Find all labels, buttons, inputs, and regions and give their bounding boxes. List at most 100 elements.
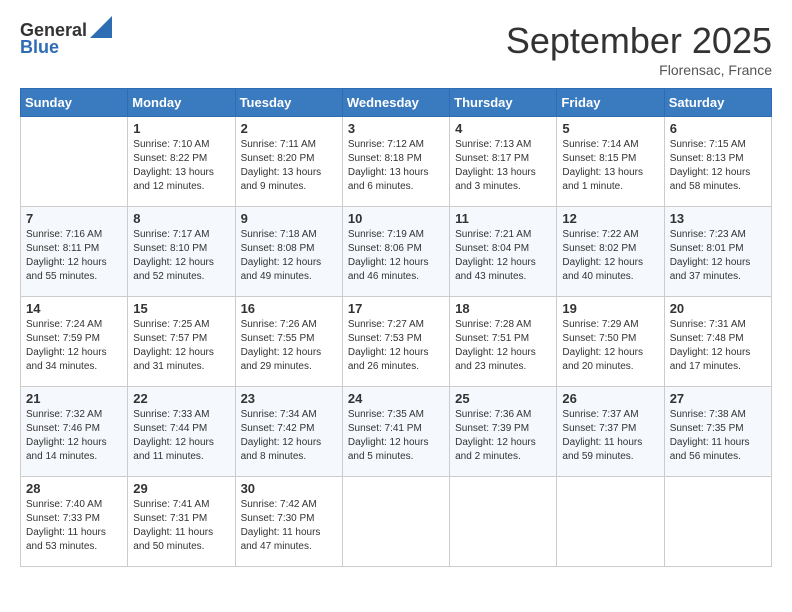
logo: General Blue: [20, 20, 112, 58]
day-info: Sunrise: 7:26 AMSunset: 7:55 PMDaylight:…: [241, 319, 322, 372]
day-info: Sunrise: 7:21 AMSunset: 8:04 PMDaylight:…: [455, 229, 536, 282]
title-block: September 2025 Florensac, France: [506, 20, 772, 78]
day-info: Sunrise: 7:17 AMSunset: 8:10 PMDaylight:…: [133, 229, 214, 282]
calendar-cell: [557, 477, 664, 567]
column-header-saturday: Saturday: [664, 89, 771, 117]
day-number: 11: [455, 211, 551, 226]
day-number: 1: [133, 121, 229, 136]
calendar-cell: 29 Sunrise: 7:41 AMSunset: 7:31 PMDaylig…: [128, 477, 235, 567]
day-info: Sunrise: 7:19 AMSunset: 8:06 PMDaylight:…: [348, 229, 429, 282]
column-header-friday: Friday: [557, 89, 664, 117]
day-info: Sunrise: 7:29 AMSunset: 7:50 PMDaylight:…: [562, 319, 643, 372]
day-info: Sunrise: 7:42 AMSunset: 7:30 PMDaylight:…: [241, 499, 321, 552]
calendar-cell: 15 Sunrise: 7:25 AMSunset: 7:57 PMDaylig…: [128, 297, 235, 387]
column-header-monday: Monday: [128, 89, 235, 117]
calendar-cell: 16 Sunrise: 7:26 AMSunset: 7:55 PMDaylig…: [235, 297, 342, 387]
day-info: Sunrise: 7:12 AMSunset: 8:18 PMDaylight:…: [348, 139, 429, 192]
calendar-cell: [664, 477, 771, 567]
calendar-cell: 27 Sunrise: 7:38 AMSunset: 7:35 PMDaylig…: [664, 387, 771, 477]
day-number: 4: [455, 121, 551, 136]
calendar-cell: 12 Sunrise: 7:22 AMSunset: 8:02 PMDaylig…: [557, 207, 664, 297]
calendar-week-row: 28 Sunrise: 7:40 AMSunset: 7:33 PMDaylig…: [21, 477, 772, 567]
calendar-cell: 26 Sunrise: 7:37 AMSunset: 7:37 PMDaylig…: [557, 387, 664, 477]
day-number: 15: [133, 301, 229, 316]
calendar-cell: [21, 117, 128, 207]
calendar-cell: 22 Sunrise: 7:33 AMSunset: 7:44 PMDaylig…: [128, 387, 235, 477]
month-title: September 2025: [506, 20, 772, 62]
day-info: Sunrise: 7:24 AMSunset: 7:59 PMDaylight:…: [26, 319, 107, 372]
day-number: 8: [133, 211, 229, 226]
calendar-cell: 24 Sunrise: 7:35 AMSunset: 7:41 PMDaylig…: [342, 387, 449, 477]
calendar-cell: 17 Sunrise: 7:27 AMSunset: 7:53 PMDaylig…: [342, 297, 449, 387]
calendar-cell: 25 Sunrise: 7:36 AMSunset: 7:39 PMDaylig…: [450, 387, 557, 477]
calendar-cell: 7 Sunrise: 7:16 AMSunset: 8:11 PMDayligh…: [21, 207, 128, 297]
day-number: 5: [562, 121, 658, 136]
day-number: 20: [670, 301, 766, 316]
calendar-cell: 14 Sunrise: 7:24 AMSunset: 7:59 PMDaylig…: [21, 297, 128, 387]
day-info: Sunrise: 7:18 AMSunset: 8:08 PMDaylight:…: [241, 229, 322, 282]
day-number: 12: [562, 211, 658, 226]
column-header-wednesday: Wednesday: [342, 89, 449, 117]
day-info: Sunrise: 7:33 AMSunset: 7:44 PMDaylight:…: [133, 409, 214, 462]
day-info: Sunrise: 7:27 AMSunset: 7:53 PMDaylight:…: [348, 319, 429, 372]
calendar-cell: [342, 477, 449, 567]
day-info: Sunrise: 7:28 AMSunset: 7:51 PMDaylight:…: [455, 319, 536, 372]
calendar-cell: 21 Sunrise: 7:32 AMSunset: 7:46 PMDaylig…: [21, 387, 128, 477]
calendar-cell: 6 Sunrise: 7:15 AMSunset: 8:13 PMDayligh…: [664, 117, 771, 207]
calendar-week-row: 21 Sunrise: 7:32 AMSunset: 7:46 PMDaylig…: [21, 387, 772, 477]
location-subtitle: Florensac, France: [506, 62, 772, 78]
calendar-cell: 28 Sunrise: 7:40 AMSunset: 7:33 PMDaylig…: [21, 477, 128, 567]
day-info: Sunrise: 7:11 AMSunset: 8:20 PMDaylight:…: [241, 139, 322, 192]
calendar-header-row: SundayMondayTuesdayWednesdayThursdayFrid…: [21, 89, 772, 117]
day-info: Sunrise: 7:37 AMSunset: 7:37 PMDaylight:…: [562, 409, 642, 462]
day-number: 10: [348, 211, 444, 226]
day-info: Sunrise: 7:25 AMSunset: 7:57 PMDaylight:…: [133, 319, 214, 372]
day-info: Sunrise: 7:36 AMSunset: 7:39 PMDaylight:…: [455, 409, 536, 462]
day-number: 24: [348, 391, 444, 406]
calendar-cell: 4 Sunrise: 7:13 AMSunset: 8:17 PMDayligh…: [450, 117, 557, 207]
day-info: Sunrise: 7:35 AMSunset: 7:41 PMDaylight:…: [348, 409, 429, 462]
column-header-sunday: Sunday: [21, 89, 128, 117]
calendar-cell: 3 Sunrise: 7:12 AMSunset: 8:18 PMDayligh…: [342, 117, 449, 207]
calendar-cell: 11 Sunrise: 7:21 AMSunset: 8:04 PMDaylig…: [450, 207, 557, 297]
calendar-table: SundayMondayTuesdayWednesdayThursdayFrid…: [20, 88, 772, 567]
calendar-cell: 8 Sunrise: 7:17 AMSunset: 8:10 PMDayligh…: [128, 207, 235, 297]
calendar-cell: [450, 477, 557, 567]
calendar-cell: 20 Sunrise: 7:31 AMSunset: 7:48 PMDaylig…: [664, 297, 771, 387]
day-info: Sunrise: 7:14 AMSunset: 8:15 PMDaylight:…: [562, 139, 643, 192]
calendar-week-row: 14 Sunrise: 7:24 AMSunset: 7:59 PMDaylig…: [21, 297, 772, 387]
day-number: 3: [348, 121, 444, 136]
calendar-cell: 1 Sunrise: 7:10 AMSunset: 8:22 PMDayligh…: [128, 117, 235, 207]
day-number: 7: [26, 211, 122, 226]
day-number: 14: [26, 301, 122, 316]
calendar-week-row: 1 Sunrise: 7:10 AMSunset: 8:22 PMDayligh…: [21, 117, 772, 207]
day-number: 18: [455, 301, 551, 316]
day-number: 30: [241, 481, 337, 496]
column-header-tuesday: Tuesday: [235, 89, 342, 117]
day-number: 22: [133, 391, 229, 406]
day-info: Sunrise: 7:15 AMSunset: 8:13 PMDaylight:…: [670, 139, 751, 192]
day-number: 29: [133, 481, 229, 496]
calendar-cell: 5 Sunrise: 7:14 AMSunset: 8:15 PMDayligh…: [557, 117, 664, 207]
day-info: Sunrise: 7:38 AMSunset: 7:35 PMDaylight:…: [670, 409, 750, 462]
day-number: 21: [26, 391, 122, 406]
day-number: 16: [241, 301, 337, 316]
page-header: General Blue September 2025 Florensac, F…: [20, 20, 772, 78]
day-info: Sunrise: 7:10 AMSunset: 8:22 PMDaylight:…: [133, 139, 214, 192]
calendar-cell: 23 Sunrise: 7:34 AMSunset: 7:42 PMDaylig…: [235, 387, 342, 477]
day-info: Sunrise: 7:34 AMSunset: 7:42 PMDaylight:…: [241, 409, 322, 462]
calendar-cell: 9 Sunrise: 7:18 AMSunset: 8:08 PMDayligh…: [235, 207, 342, 297]
day-info: Sunrise: 7:41 AMSunset: 7:31 PMDaylight:…: [133, 499, 213, 552]
calendar-cell: 18 Sunrise: 7:28 AMSunset: 7:51 PMDaylig…: [450, 297, 557, 387]
day-number: 25: [455, 391, 551, 406]
day-number: 26: [562, 391, 658, 406]
day-number: 2: [241, 121, 337, 136]
calendar-cell: 19 Sunrise: 7:29 AMSunset: 7:50 PMDaylig…: [557, 297, 664, 387]
day-info: Sunrise: 7:23 AMSunset: 8:01 PMDaylight:…: [670, 229, 751, 282]
calendar-cell: 13 Sunrise: 7:23 AMSunset: 8:01 PMDaylig…: [664, 207, 771, 297]
day-info: Sunrise: 7:22 AMSunset: 8:02 PMDaylight:…: [562, 229, 643, 282]
calendar-cell: 30 Sunrise: 7:42 AMSunset: 7:30 PMDaylig…: [235, 477, 342, 567]
logo-icon: [90, 16, 112, 38]
column-header-thursday: Thursday: [450, 89, 557, 117]
day-number: 19: [562, 301, 658, 316]
